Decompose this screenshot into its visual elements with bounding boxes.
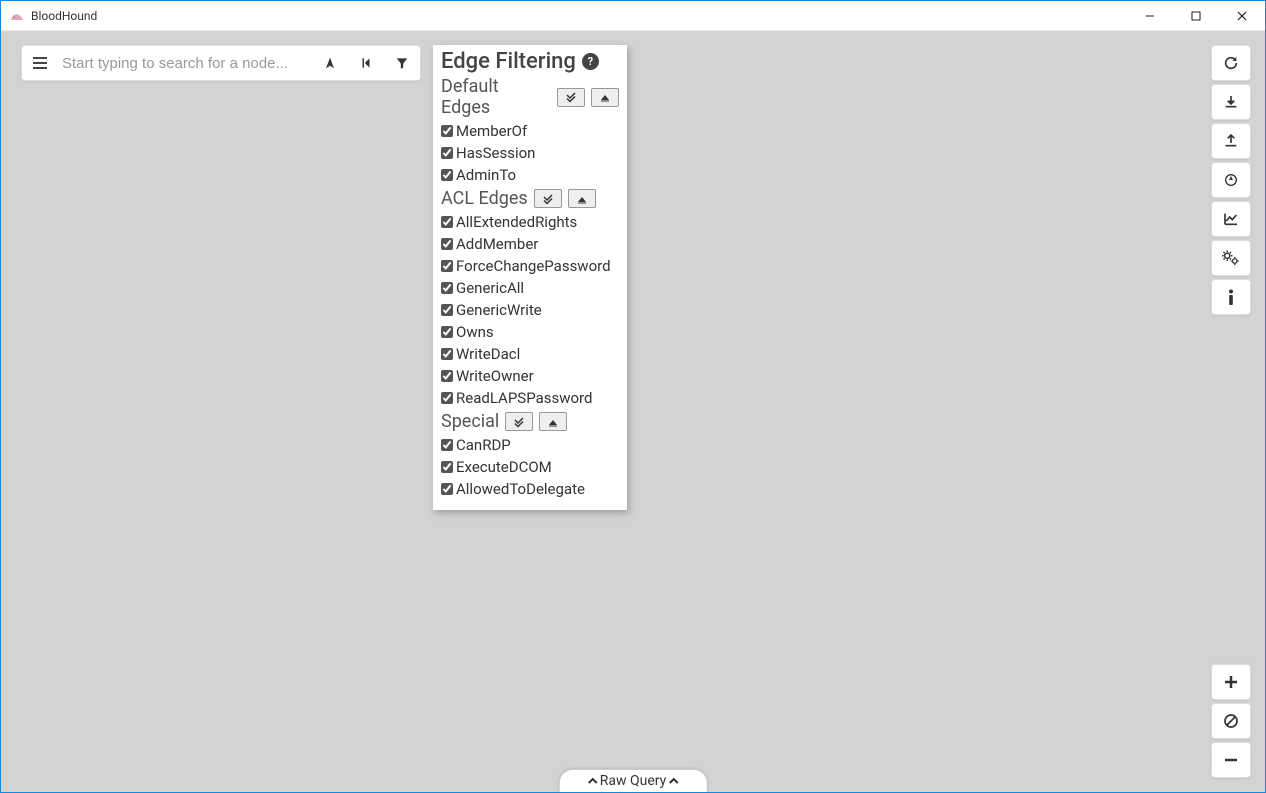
filter-section-header: Special [441, 411, 619, 432]
filter-section-label: Special [441, 411, 499, 432]
filter-section-label: ACL Edges [441, 188, 528, 209]
filter-item-label: GenericAll [456, 279, 524, 297]
filter-section-label: Default Edges [441, 76, 551, 118]
filter-item: HasSession [441, 144, 619, 162]
download-button[interactable] [1211, 84, 1251, 120]
search-bar [21, 45, 421, 81]
filter-item: AddMember [441, 235, 619, 253]
filter-item-label: ForceChangePassword [456, 257, 611, 275]
filter-item-label: WriteDacl [456, 345, 520, 363]
filter-panel-title: Edge Filtering ? [441, 49, 619, 74]
pathfinding-icon[interactable] [312, 46, 348, 80]
menu-icon[interactable] [22, 56, 58, 70]
filter-checkbox[interactable] [441, 238, 453, 250]
filter-item-label: ReadLAPSPassword [456, 389, 592, 407]
filter-checkbox[interactable] [441, 370, 453, 382]
raw-query-tab[interactable]: Raw Query [559, 769, 708, 792]
filter-checkbox[interactable] [441, 392, 453, 404]
filter-checkbox[interactable] [441, 282, 453, 294]
check-all-button[interactable] [557, 88, 585, 107]
zoom-out-button[interactable] [1211, 742, 1251, 778]
filter-item: WriteOwner [441, 367, 619, 385]
maximize-button[interactable] [1173, 1, 1219, 31]
filter-item: GenericAll [441, 279, 619, 297]
filter-item-label: AddMember [456, 235, 538, 253]
close-button[interactable] [1219, 1, 1265, 31]
info-button[interactable] [1211, 279, 1251, 315]
upload-button[interactable] [1211, 123, 1251, 159]
step-back-icon[interactable] [348, 46, 384, 80]
filter-checkbox[interactable] [441, 483, 453, 495]
filter-item: GenericWrite [441, 301, 619, 319]
filter-item: AllowedToDelegate [441, 480, 619, 498]
target-button[interactable] [1211, 162, 1251, 198]
zoom-controls [1211, 664, 1251, 778]
search-input[interactable] [58, 46, 312, 80]
settings-button[interactable] [1211, 240, 1251, 276]
filter-item: AdminTo [441, 166, 619, 184]
filter-item-label: HasSession [456, 144, 535, 162]
filter-checkbox[interactable] [441, 304, 453, 316]
filter-checkbox[interactable] [441, 169, 453, 181]
filter-item-label: AllowedToDelegate [456, 480, 585, 498]
filter-checkbox[interactable] [441, 125, 453, 137]
uncheck-all-button[interactable] [568, 189, 596, 208]
filter-checkbox[interactable] [441, 461, 453, 473]
check-all-button[interactable] [505, 412, 533, 431]
app-icon [9, 8, 25, 24]
filter-item: Owns [441, 323, 619, 341]
chevron-up-icon [588, 775, 598, 788]
reset-zoom-button[interactable] [1211, 703, 1251, 739]
filter-section-header: Default Edges [441, 76, 619, 118]
filter-item: ReadLAPSPassword [441, 389, 619, 407]
uncheck-all-button[interactable] [591, 88, 619, 107]
filter-item-label: GenericWrite [456, 301, 542, 319]
filter-checkbox[interactable] [441, 326, 453, 338]
filter-checkbox[interactable] [441, 348, 453, 360]
analytics-button[interactable] [1211, 201, 1251, 237]
filter-item-label: AdminTo [456, 166, 516, 184]
filter-checkbox[interactable] [441, 216, 453, 228]
filter-item: CanRDP [441, 436, 619, 454]
filter-item-label: MemberOf [456, 122, 527, 140]
refresh-button[interactable] [1211, 45, 1251, 81]
chevron-up-icon [668, 775, 678, 788]
check-all-button[interactable] [534, 189, 562, 208]
help-icon[interactable]: ? [582, 53, 599, 70]
filter-section-header: ACL Edges [441, 188, 619, 209]
minimize-button[interactable] [1127, 1, 1173, 31]
filter-item-label: Owns [456, 323, 494, 341]
filter-icon[interactable] [384, 46, 420, 80]
uncheck-all-button[interactable] [539, 412, 567, 431]
graph-workspace[interactable]: Edge Filtering ? Default Edges MemberOf Ha… [1, 31, 1265, 792]
filter-panel-title-text: Edge Filtering [441, 49, 576, 74]
titlebar: BloodHound [1, 1, 1265, 31]
filter-checkbox[interactable] [441, 260, 453, 272]
filter-item: ForceChangePassword [441, 257, 619, 275]
zoom-in-button[interactable] [1211, 664, 1251, 700]
filter-item-label: CanRDP [456, 436, 511, 454]
filter-item-label: ExecuteDCOM [456, 458, 552, 476]
window-title: BloodHound [31, 9, 97, 23]
filter-item: ExecuteDCOM [441, 458, 619, 476]
filter-item: AllExtendedRights [441, 213, 619, 231]
filter-item-label: AllExtendedRights [456, 213, 577, 231]
filter-checkbox[interactable] [441, 439, 453, 451]
filter-item-label: WriteOwner [456, 367, 534, 385]
raw-query-label: Raw Query [600, 773, 667, 789]
edge-filter-panel: Edge Filtering ? Default Edges MemberOf Ha… [433, 45, 627, 510]
right-toolbar [1211, 45, 1251, 315]
filter-checkbox[interactable] [441, 147, 453, 159]
filter-item: WriteDacl [441, 345, 619, 363]
filter-item: MemberOf [441, 122, 619, 140]
